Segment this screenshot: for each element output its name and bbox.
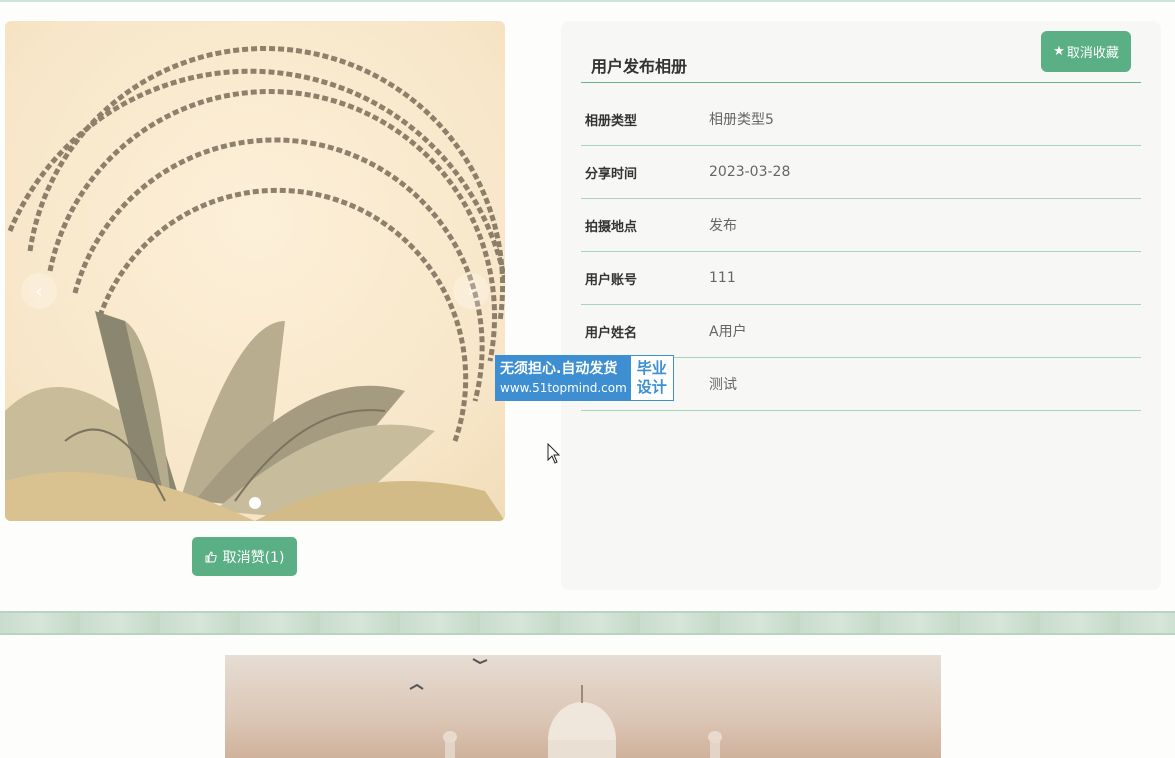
- info-label: 用户账号: [585, 272, 638, 288]
- info-row-location: 拍摄地点 发布: [581, 199, 1141, 252]
- watermark-right: 毕业 设计: [631, 356, 673, 400]
- album-info-panel: 用户发布相册 ★ 取消收藏 相册类型 相册类型5 分享时间 2023-03-28…: [561, 21, 1161, 590]
- info-row-user-name: 用户姓名 A用户: [581, 305, 1141, 358]
- info-row-user-account: 用户账号 111: [581, 252, 1141, 305]
- unfavorite-button-label: 取消收藏: [1066, 46, 1119, 61]
- info-label: 相册类型: [585, 113, 638, 129]
- carousel-indicator-dot[interactable]: [249, 497, 261, 509]
- star-icon: ★: [1053, 44, 1065, 59]
- watermark-left: 无须担心.自动发货 www.51topmind.com: [496, 356, 631, 400]
- info-value: 测试: [709, 377, 737, 393]
- info-value: A用户: [709, 324, 747, 340]
- chevron-left-icon: ‹: [35, 280, 43, 302]
- image-carousel[interactable]: ‹ ›: [5, 21, 505, 521]
- mouse-cursor-icon: [547, 443, 561, 464]
- info-value: 111: [709, 270, 736, 286]
- unfavorite-button[interactable]: ★ 取消收藏: [1041, 31, 1131, 72]
- info-value: 2023-03-28: [709, 164, 791, 180]
- info-row-share-time: 分享时间 2023-03-28: [581, 146, 1141, 199]
- thumbs-up-icon: [205, 550, 217, 562]
- watermark-line2: www.51topmind.com: [500, 381, 627, 395]
- unlike-button[interactable]: 取消赞(1): [192, 537, 297, 576]
- chevron-right-icon: ›: [467, 280, 475, 302]
- watermark-badge: 无须担心.自动发货 www.51topmind.com 毕业 设计: [495, 355, 674, 401]
- taj-mahal-photo: [225, 655, 941, 758]
- info-label: 用户姓名: [585, 325, 638, 341]
- watermark-line1: 无须担心.自动发货: [500, 361, 618, 377]
- book-photo: [5, 45, 505, 521]
- info-label: 分享时间: [585, 166, 638, 182]
- info-label: 拍摄地点: [585, 219, 638, 235]
- panel-header: 用户发布相册 ★ 取消收藏: [581, 31, 1141, 83]
- unlike-button-label: 取消赞(1): [222, 549, 285, 566]
- carousel-prev-button[interactable]: ‹: [21, 273, 57, 309]
- carousel-next-button[interactable]: ›: [453, 273, 489, 309]
- watermark-right-line2: 设计: [636, 378, 667, 396]
- info-row-album-type: 相册类型 相册类型5: [581, 93, 1141, 146]
- decorative-divider-band: [0, 611, 1175, 635]
- watermark-right-line1: 毕业: [636, 359, 667, 377]
- info-value: 相册类型5: [709, 112, 774, 128]
- info-value: 发布: [709, 218, 737, 234]
- top-divider-line: [0, 0, 1175, 2]
- panel-title: 用户发布相册: [591, 57, 688, 76]
